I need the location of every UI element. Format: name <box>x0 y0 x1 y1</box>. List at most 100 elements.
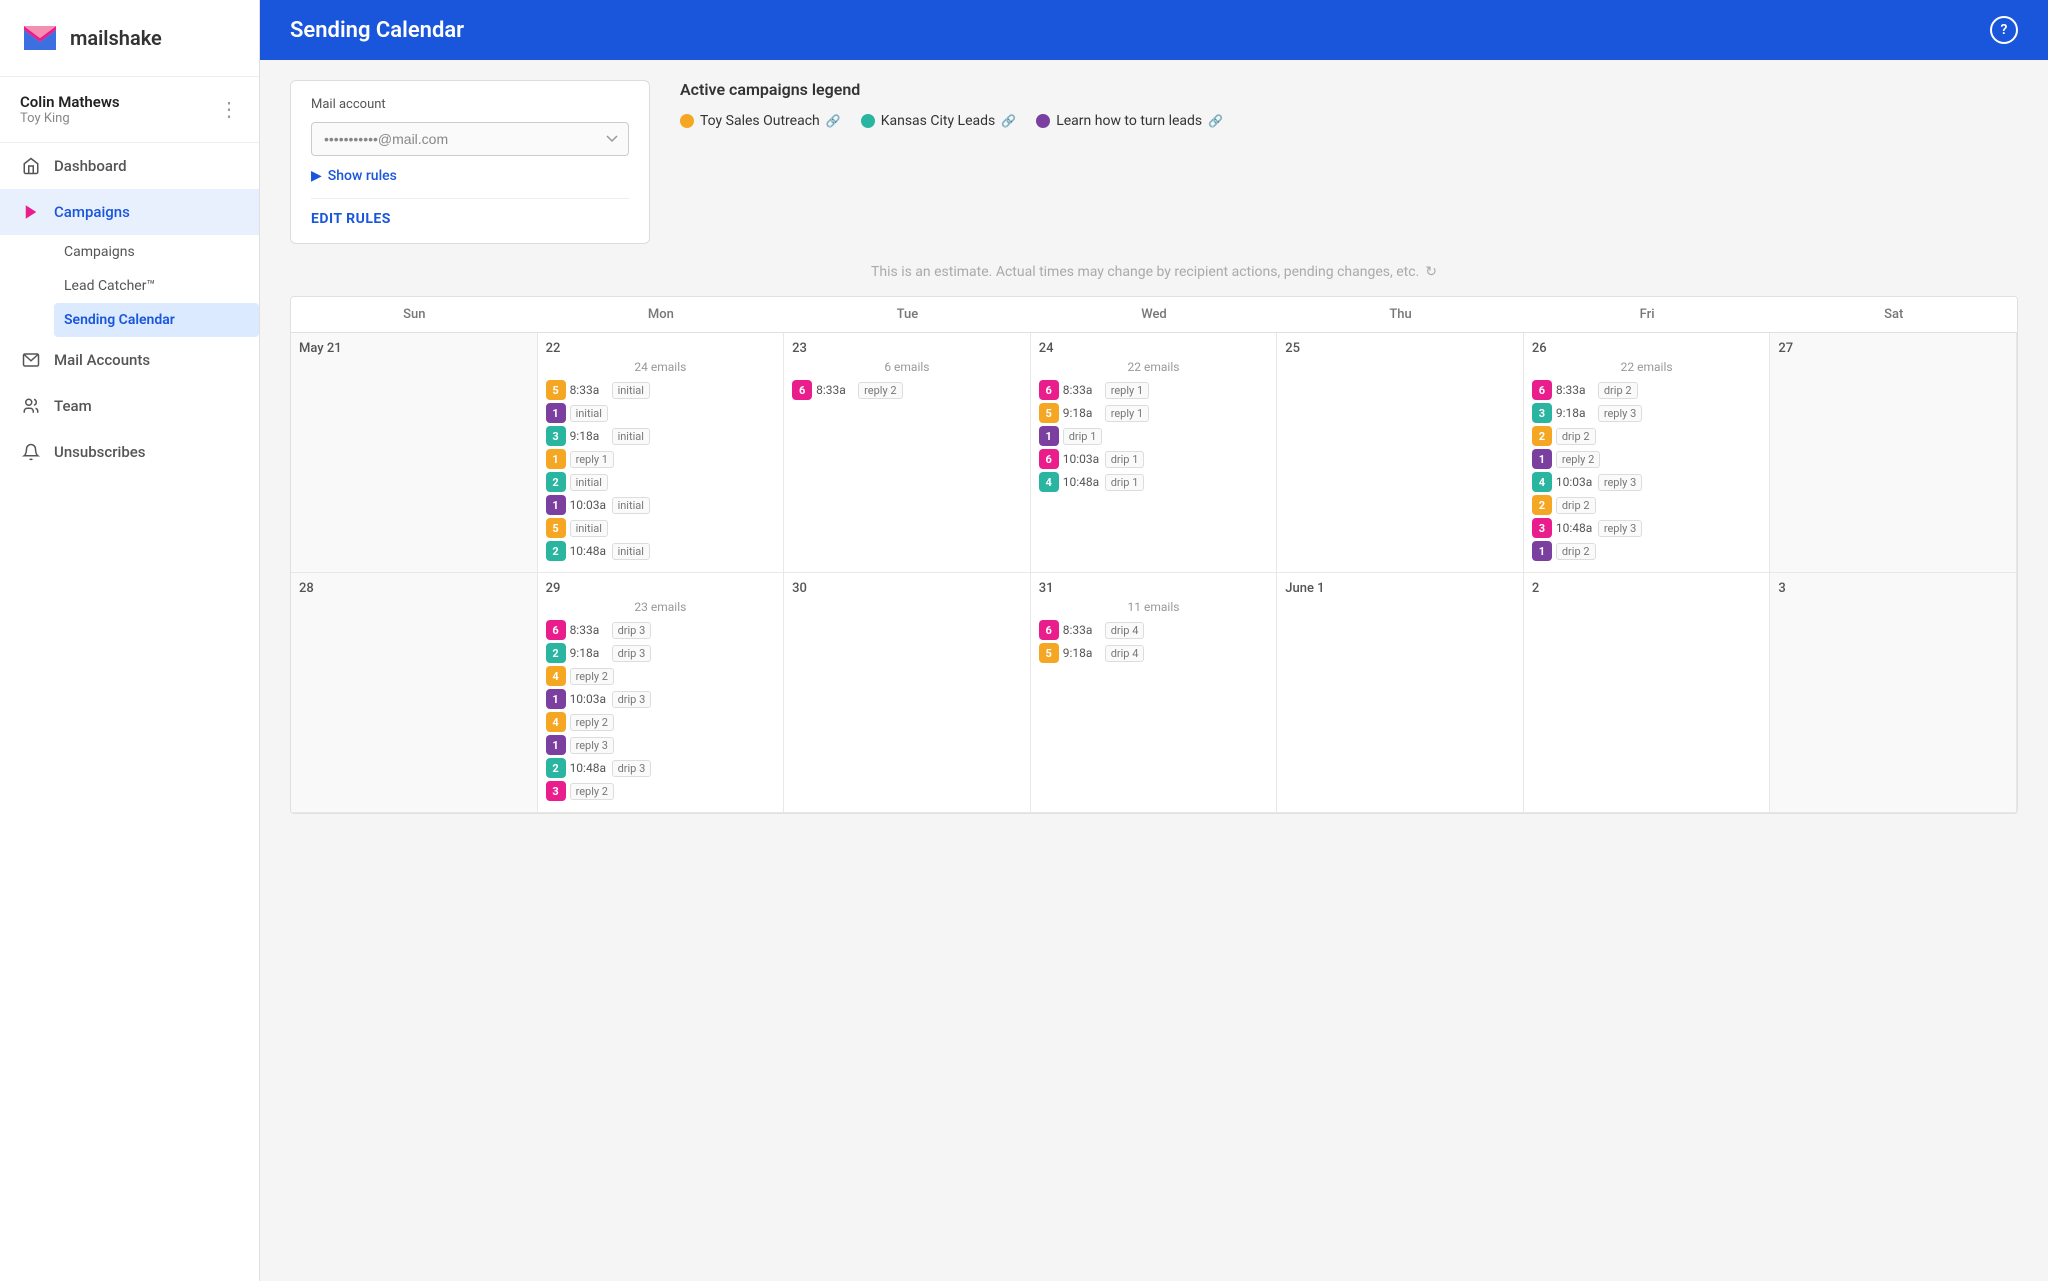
legend-label-toy-sales: Toy Sales Outreach <box>700 113 820 129</box>
email-entry: 1reply 1 <box>546 449 776 469</box>
sidebar-item-campaigns[interactable]: Campaigns <box>0 189 259 235</box>
email-entry: 1drip 1 <box>1039 426 1269 446</box>
entry-tag: reply 2 <box>570 783 614 800</box>
email-entry: 110:03ainitial <box>546 495 776 515</box>
cal-cell-26: 2622 emails68:33adrip 239:18areply 32dri… <box>1524 333 1771 573</box>
sidebar-item-unsubscribes[interactable]: Unsubscribes <box>0 429 259 475</box>
sidebar-item-mail-accounts[interactable]: Mail Accounts <box>0 337 259 383</box>
campaign-badge: 1 <box>546 495 566 515</box>
cal-cell-27: 27 <box>1770 333 2017 573</box>
cal-date-label: June 1 <box>1285 581 1515 596</box>
cal-date-label: 26 <box>1532 341 1762 356</box>
entry-tag: reply 2 <box>570 668 614 685</box>
entry-tag: reply 2 <box>570 714 614 731</box>
entry-time: 10:03a <box>1063 452 1101 466</box>
legend-items: Toy Sales Outreach 🔗 Kansas City Leads 🔗… <box>680 113 2018 129</box>
day-header-wed: Wed <box>1031 297 1278 332</box>
legend-dot-toy-sales <box>680 114 694 128</box>
cal-cell-22: 2224 emails58:33ainitial1initial39:18ain… <box>538 333 785 573</box>
cal-cell-28: 28 <box>291 573 538 813</box>
entry-time: 9:18a <box>570 429 608 443</box>
cal-cell-31: 3111 emails68:33adrip 459:18adrip 4 <box>1031 573 1278 813</box>
legend-item-learn: Learn how to turn leads 🔗 <box>1036 113 1223 129</box>
campaign-badge: 2 <box>546 472 566 492</box>
sidebar-item-team[interactable]: Team <box>0 383 259 429</box>
sub-nav-lead-catcher[interactable]: Lead Catcher™ <box>54 269 259 303</box>
entry-tag: drip 2 <box>1556 428 1596 445</box>
entry-tag: drip 1 <box>1063 428 1103 445</box>
show-rules-toggle[interactable]: ▶ Show rules <box>311 168 629 184</box>
user-menu-button[interactable]: ⋮ <box>219 97 239 122</box>
top-panel: Mail account •••••••••••@mail.com ▶ Show… <box>290 80 2018 244</box>
email-entry: 68:33adrip 2 <box>1532 380 1762 400</box>
campaign-badge: 4 <box>1039 472 1059 492</box>
cal-date-label: 25 <box>1285 341 1515 356</box>
link-icon-learn[interactable]: 🔗 <box>1208 114 1223 128</box>
sidebar-item-dashboard[interactable]: Dashboard <box>0 143 259 189</box>
email-entry: 68:33adrip 4 <box>1039 620 1269 640</box>
email-entry: 2 10:48a initial <box>546 541 776 561</box>
day-header-mon: Mon <box>538 297 785 332</box>
entry-tag: drip 4 <box>1105 645 1145 662</box>
link-icon-toy-sales[interactable]: 🔗 <box>826 114 841 128</box>
campaign-badge: 6 <box>1039 380 1059 400</box>
entry-tag: reply 1 <box>1105 405 1149 422</box>
campaign-badge: 1 <box>1532 449 1552 469</box>
show-rules-label: Show rules <box>328 168 397 184</box>
sub-nav-sending-calendar[interactable]: Sending Calendar <box>54 303 259 337</box>
campaign-badge: 6 <box>546 620 566 640</box>
email-entry: 68:33areply 1 <box>1039 380 1269 400</box>
entry-tag: initial <box>612 497 650 514</box>
refresh-icon[interactable]: ↻ <box>1425 264 1437 280</box>
content-area: Mail account •••••••••••@mail.com ▶ Show… <box>260 60 2048 1281</box>
entry-tag: reply 3 <box>1598 474 1642 491</box>
cal-date-label: 2 <box>1532 581 1762 596</box>
legend-item-kansas: Kansas City Leads 🔗 <box>861 113 1017 129</box>
entry-tag: initial <box>612 428 650 445</box>
entry-time: 10:48a <box>570 544 608 558</box>
email-entry: 310:48areply 3 <box>1532 518 1762 538</box>
sub-nav-campaigns[interactable]: Campaigns <box>54 235 259 269</box>
campaign-badge: 4 <box>1532 472 1552 492</box>
email-count-label: 22 emails <box>1532 360 1762 374</box>
legend-item-toy-sales: Toy Sales Outreach 🔗 <box>680 113 841 129</box>
cal-cell-24: 2422 emails68:33areply 159:18areply 11dr… <box>1031 333 1278 573</box>
legend-box: Active campaigns legend Toy Sales Outrea… <box>680 80 2018 244</box>
entry-tag: drip 2 <box>1556 497 1596 514</box>
campaign-badge: 2 <box>546 541 566 561</box>
entry-tag: initial <box>612 543 650 560</box>
entry-time: 10:48a <box>1556 521 1594 535</box>
cal-cell-29: 2923 emails68:33adrip 329:18adrip 34repl… <box>538 573 785 813</box>
mail-account-select[interactable]: •••••••••••@mail.com <box>311 122 629 156</box>
cal-cell-25: 25 <box>1277 333 1524 573</box>
help-button[interactable]: ? <box>1990 16 2018 44</box>
entry-time: 8:33a <box>1063 383 1101 397</box>
email-entry: 1drip 2 <box>1532 541 1762 561</box>
home-icon <box>20 157 42 175</box>
campaign-badge: 1 <box>546 735 566 755</box>
team-label: Team <box>54 397 92 415</box>
legend-label-kansas: Kansas City Leads <box>881 113 996 129</box>
entry-tag: reply 3 <box>1598 405 1642 422</box>
main-content: Sending Calendar ? Mail account ••••••••… <box>260 0 2048 1281</box>
entry-time: 8:33a <box>570 383 608 397</box>
day-header-tue: Tue <box>784 297 1031 332</box>
cal-cell-30: 30 <box>784 573 1031 813</box>
people-icon <box>20 397 42 415</box>
entry-tag: initial <box>570 474 608 491</box>
campaign-badge: 2 <box>546 758 566 778</box>
mail-icon <box>20 351 42 369</box>
cal-cell-2: 2 <box>1524 573 1771 813</box>
estimate-text: This is an estimate. Actual times may ch… <box>871 264 1419 280</box>
user-org: Toy King <box>20 111 120 126</box>
link-icon-kansas[interactable]: 🔗 <box>1001 114 1016 128</box>
bell-icon <box>20 443 42 461</box>
edit-rules-button[interactable]: EDIT RULES <box>311 198 629 227</box>
email-entry: 2initial <box>546 472 776 492</box>
entry-tag: drip 2 <box>1598 382 1638 399</box>
email-entry: 110:03adrip 3 <box>546 689 776 709</box>
email-entry: 29:18adrip 3 <box>546 643 776 663</box>
campaign-badge: 1 <box>1532 541 1552 561</box>
campaign-badge: 6 <box>1039 449 1059 469</box>
email-entry: 2drip 2 <box>1532 495 1762 515</box>
